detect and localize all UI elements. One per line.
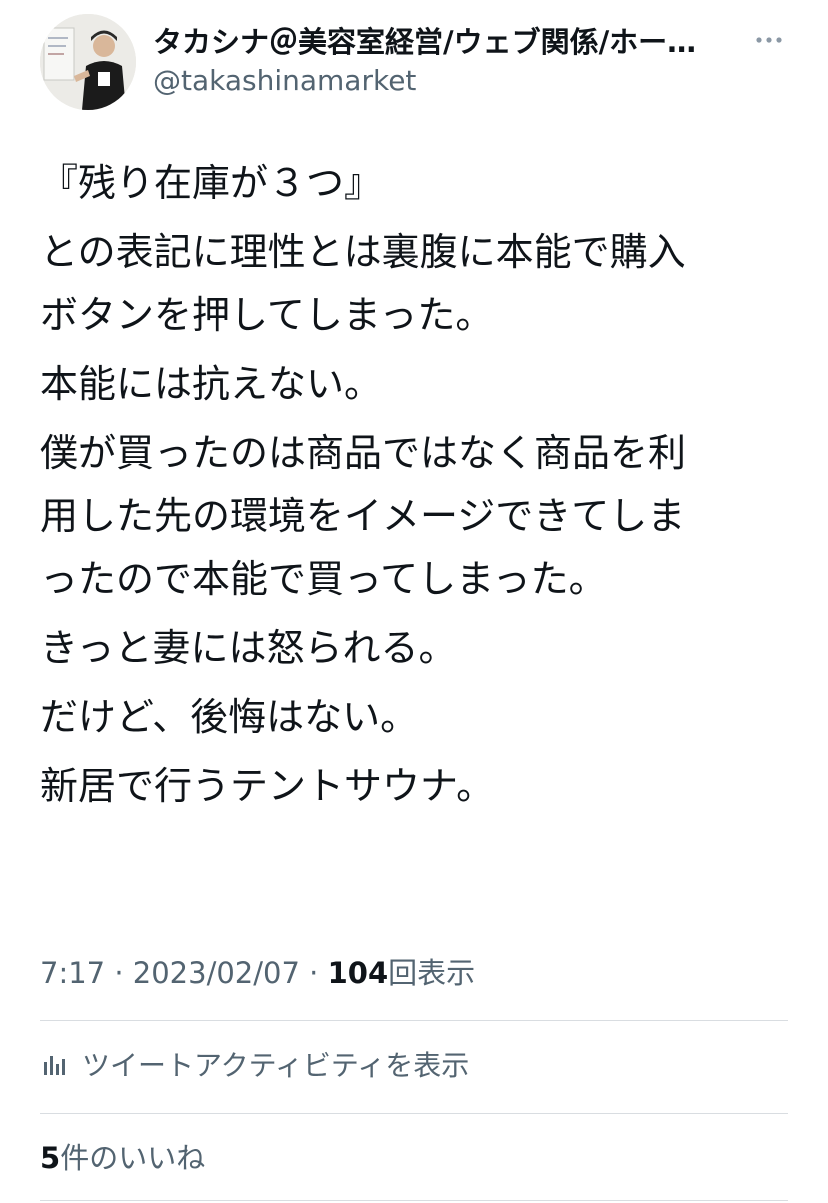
avatar[interactable] — [40, 14, 136, 110]
views-label: 回表示 — [388, 956, 476, 990]
more-button[interactable] — [754, 30, 784, 50]
avatar-image — [40, 14, 136, 110]
meta-separator: · — [309, 956, 319, 990]
divider — [40, 1113, 788, 1114]
meta-separator: · — [114, 956, 124, 990]
tweet-paragraph: 僕が買ったのは商品ではなく商品を利 用した先の環境をイメージできてしま ったので… — [40, 431, 687, 601]
likes-count: 5 — [40, 1141, 61, 1175]
user-handle[interactable]: @takashinamarket — [153, 64, 416, 98]
tweet-paragraph: 本能には抗えない。 — [40, 362, 383, 406]
tweet-paragraph: 新居で行うテントサウナ。 — [40, 764, 495, 808]
display-name[interactable]: タカシナ＠美容室経営/ウェブ関係/ホー… — [153, 24, 743, 60]
tweet-paragraph: だけど、後悔はない。 — [40, 695, 419, 739]
divider — [40, 1200, 788, 1201]
tweet-activity-link[interactable]: ツイートアクティビティを表示 — [40, 1042, 469, 1086]
tweet-time[interactable]: 7:17 — [40, 956, 105, 990]
tweet-paragraph: との表記に理性とは裏腹に本能で購入 ボタンを押してしまった。 — [40, 230, 686, 337]
tweet-paragraph: 『残り在庫が３つ』 — [40, 161, 383, 205]
tweet-paragraph: きっと妻には怒られる。 — [40, 626, 457, 670]
tweet-header: タカシナ＠美容室経営/ウェブ関係/ホー… @takashinamarket — [40, 14, 788, 110]
tweet-text: 『残り在庫が３つ』 との表記に理性とは裏腹に本能で購入 ボタンを押してしまった。… — [40, 152, 788, 824]
likes-count-link[interactable]: 5件のいいね — [40, 1136, 205, 1180]
views-count: 104 — [327, 956, 389, 990]
tweet-activity-label: ツイートアクティビティを表示 — [82, 1049, 470, 1082]
more-horizontal-icon — [756, 37, 782, 43]
likes-label: 件のいいね — [60, 1141, 206, 1175]
bar-chart-icon — [40, 1050, 68, 1078]
tweet-date[interactable]: 2023/02/07 — [133, 956, 300, 990]
divider — [40, 1020, 788, 1021]
tweet-metadata: 7:17 · 2023/02/07 · 104回表示 — [40, 952, 475, 994]
